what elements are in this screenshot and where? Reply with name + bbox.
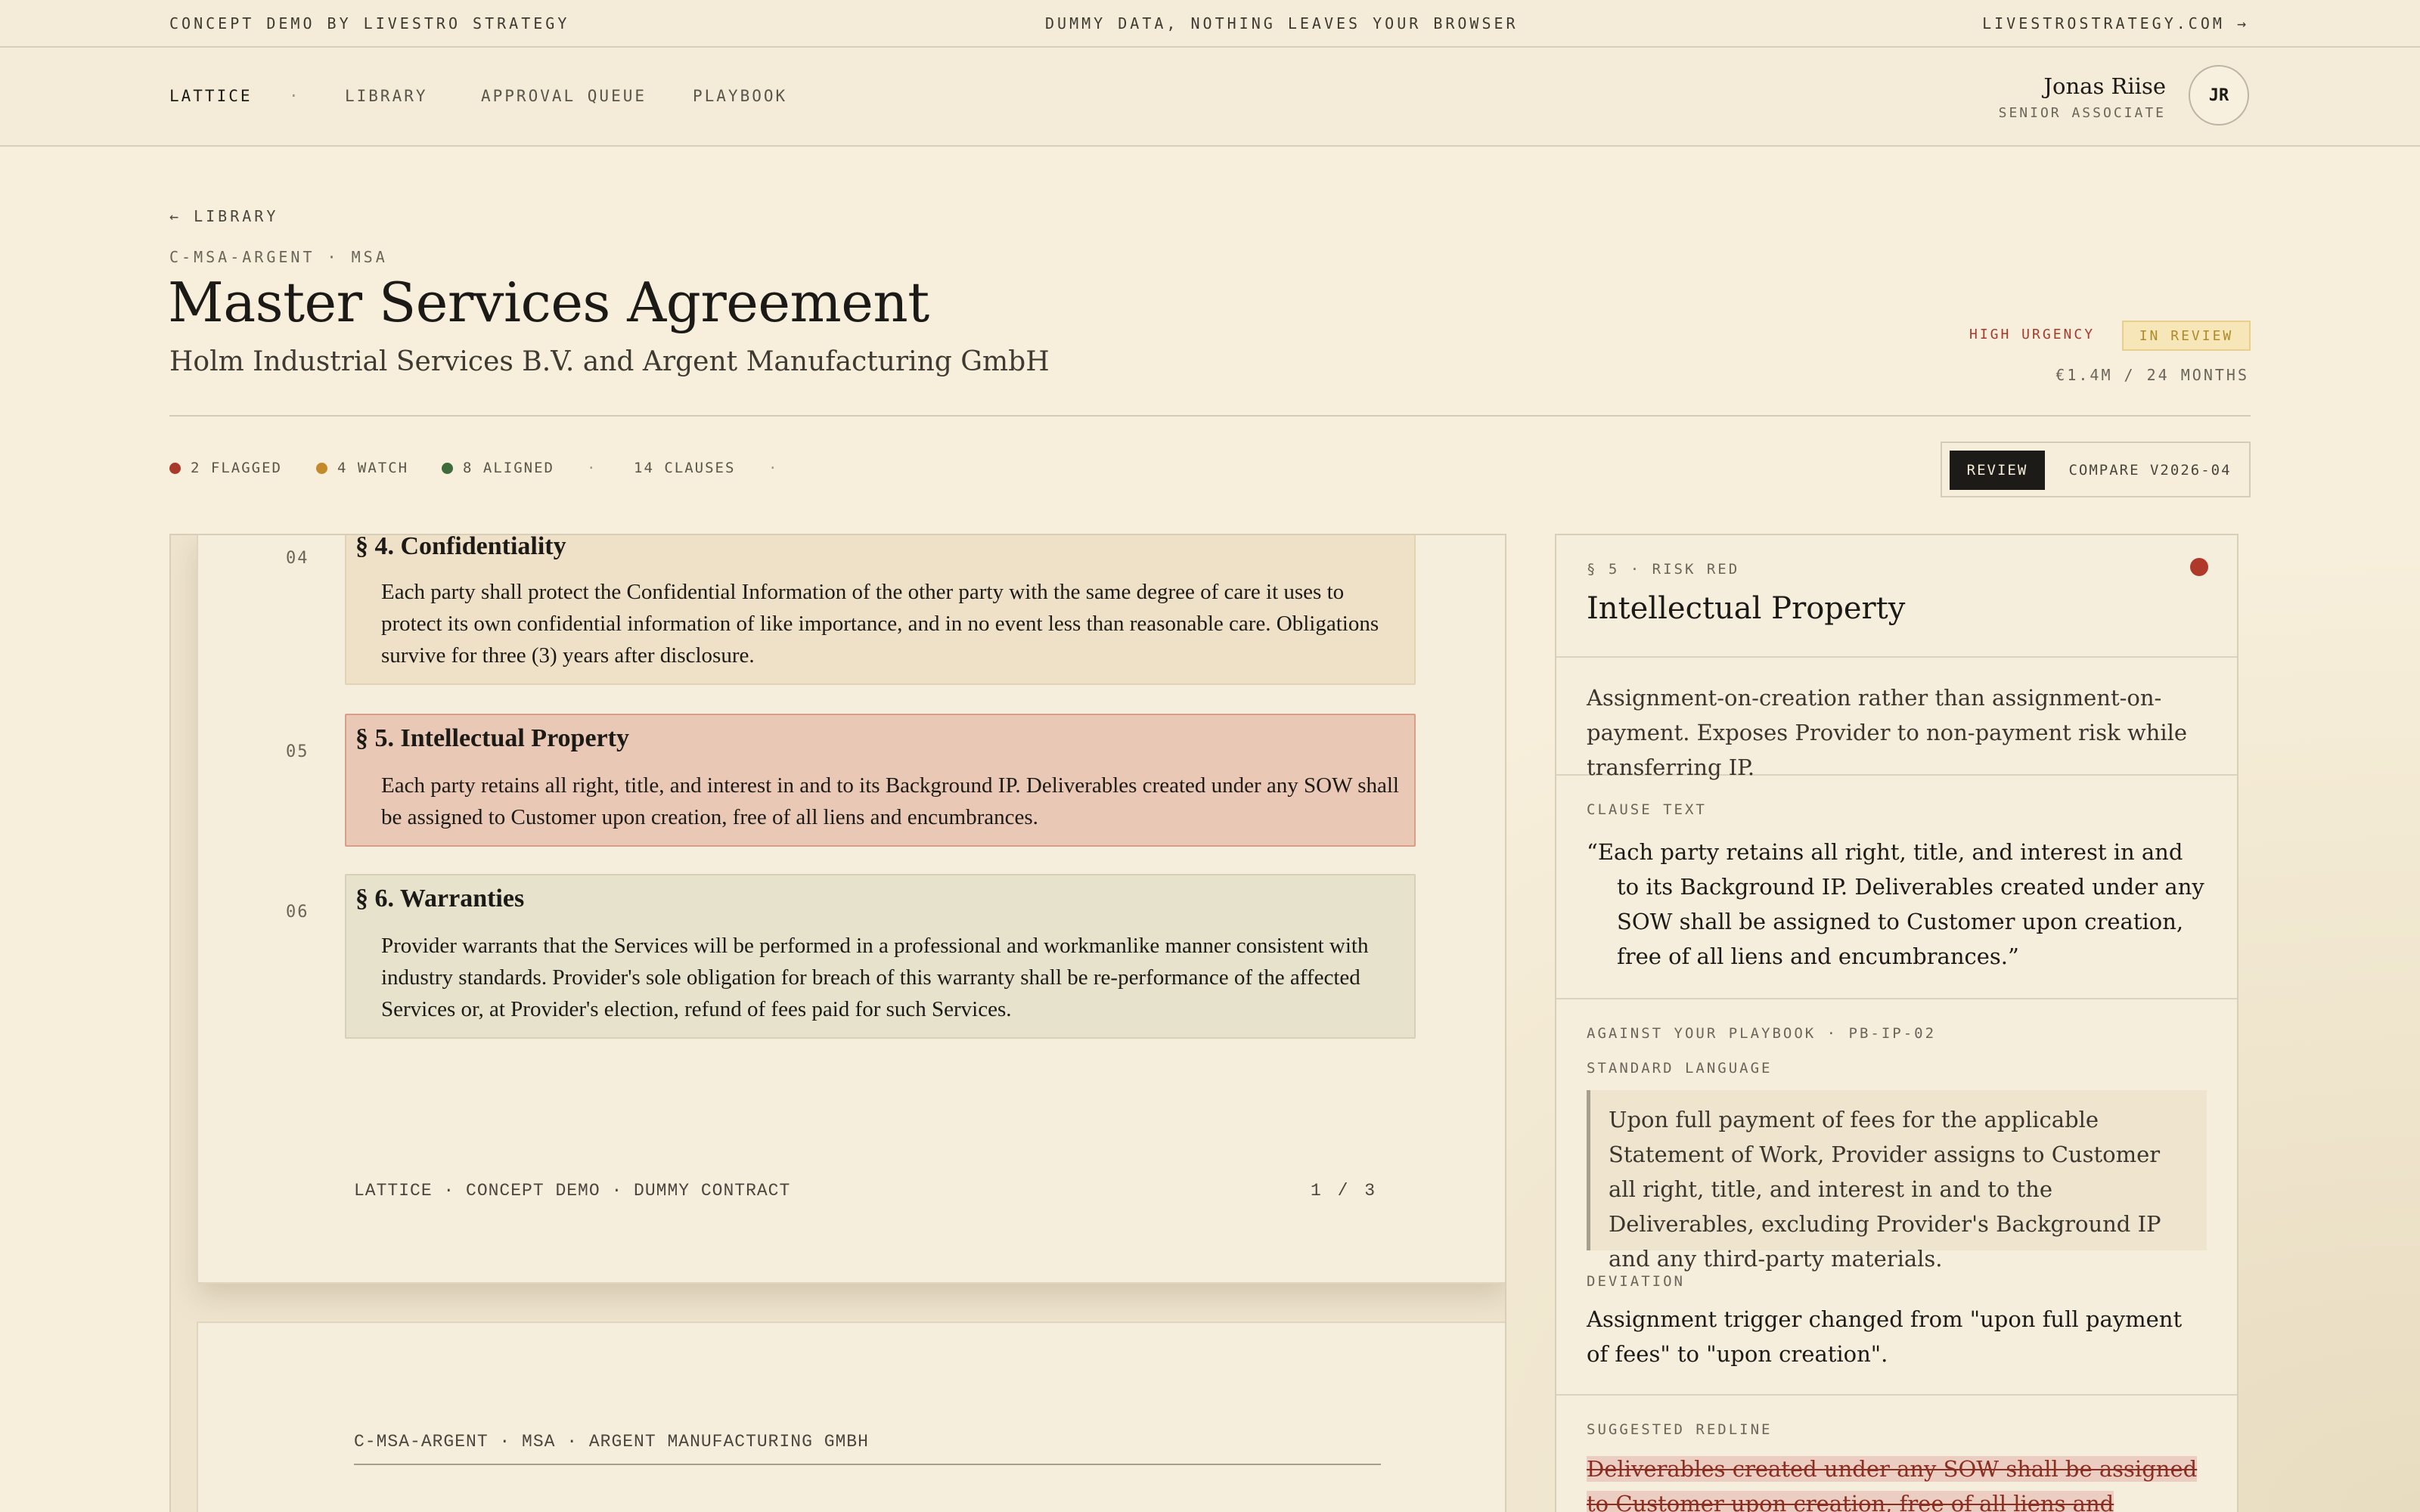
clause-quote: “Each party retains all right, title, an… <box>1587 839 2204 969</box>
nav-item-approval-queue[interactable]: APPROVAL QUEUE <box>481 87 647 105</box>
nav-separator: · <box>289 87 301 105</box>
stat-clause-count: 14 CLAUSES <box>634 460 736 476</box>
panel-section-label: § 5 · RISK RED <box>1587 561 1740 578</box>
flagged-dot-icon <box>169 462 181 474</box>
playbook-label: AGAINST YOUR PLAYBOOK · PB-IP-02 <box>1587 1025 1937 1042</box>
clause-text-label: CLAUSE TEXT <box>1587 801 1707 818</box>
stats-separator: · <box>587 460 597 476</box>
standard-language-label: STANDARD LANGUAGE <box>1587 1060 1773 1077</box>
clause-text: Provider warrants that the Services will… <box>381 934 1369 1021</box>
page-header: C-MSA-ARGENT · MSA · ARGENT MANUFACTURIN… <box>354 1432 869 1452</box>
view-toggle: REVIEW COMPARE V2026-04 <box>1941 442 2251 497</box>
deviation-label: DEVIATION <box>1587 1273 1685 1290</box>
risk-summary-text: Assignment-on-creation rather than assig… <box>1587 685 2188 780</box>
compare-tab[interactable]: COMPARE V2026-04 <box>2055 451 2245 490</box>
document-page: C-MSA-ARGENT · MSA · ARGENT MANUFACTURIN… <box>197 1321 1505 1512</box>
stat-watch-label: 4 WATCH <box>337 460 409 476</box>
panel-header: § 5 · RISK RED Intellectual Property <box>1556 535 2237 658</box>
nav-item-library[interactable]: LIBRARY <box>345 87 428 105</box>
review-tab[interactable]: REVIEW <box>1950 451 2045 490</box>
aligned-dot-icon <box>442 462 453 474</box>
page-number: 1 / 3 <box>1310 1181 1378 1201</box>
contract-value: €1.4M / 24 MONTHS <box>2055 366 2249 384</box>
urgency-label: HIGH URGENCY <box>1969 327 2096 342</box>
header-divider <box>169 415 2251 417</box>
watch-dot-icon <box>316 462 327 474</box>
stat-aligned[interactable]: 8 ALIGNED <box>442 460 554 476</box>
clause-detail-panel: § 5 · RISK RED Intellectual Property Ass… <box>1555 534 2238 1512</box>
contract-parties: Holm Industrial Services B.V. and Argent… <box>169 346 1050 377</box>
suggested-redline-label: SUGGESTED REDLINE <box>1587 1421 1773 1438</box>
clause-number: 06 <box>286 903 309 922</box>
document-id: C-MSA-ARGENT · MSA <box>169 248 388 266</box>
stat-flagged-label: 2 FLAGGED <box>191 460 282 476</box>
clause-text: Each party shall protect the Confidentia… <box>381 580 1379 668</box>
clause-heading: § 5. Intellectual Property <box>355 724 629 752</box>
brand-logo[interactable]: LATTICE <box>169 87 253 105</box>
clause-warranties[interactable]: § 6. Warranties Provider warrants that t… <box>345 874 1416 1039</box>
deviation-text: Assignment trigger changed from "upon fu… <box>1587 1306 2183 1367</box>
standard-language-text: Upon full payment of fees for the applic… <box>1587 1090 2207 1272</box>
clause-number: 05 <box>286 742 309 761</box>
banner-left-text: CONCEPT DEMO BY LIVESTRO STRATEGY <box>169 14 570 33</box>
status-badge: IN REVIEW <box>2122 321 2251 351</box>
clause-confidentiality[interactable]: § 4. Confidentiality Each party shall pr… <box>345 534 1416 685</box>
stat-aligned-label: 8 ALIGNED <box>463 460 554 476</box>
document-viewer[interactable]: 04 § 4. Confidentiality Each party shall… <box>169 534 1506 1512</box>
risk-summary: Assignment-on-creation rather than assig… <box>1556 658 2237 780</box>
clause-heading: § 4. Confidentiality <box>355 534 566 560</box>
clause-number: 04 <box>286 549 309 568</box>
clause-heading: § 6. Warranties <box>355 885 525 912</box>
suggested-redline-section: SUGGESTED REDLINE Deliverables created u… <box>1556 1396 2237 1512</box>
nav-item-playbook[interactable]: PLAYBOOK <box>693 87 787 105</box>
banner-center-text: DUMMY DATA, NOTHING LEAVES YOUR BROWSER <box>1045 14 1519 33</box>
stats-separator: · <box>768 460 779 476</box>
back-to-library-link[interactable]: ← LIBRARY <box>169 207 278 225</box>
playbook-comparison: AGAINST YOUR PLAYBOOK · PB-IP-02 STANDAR… <box>1556 999 2237 1396</box>
clause-text: Each party retains all right, title, and… <box>381 773 1399 829</box>
redline-text: Deliverables created under any SOW shall… <box>1587 1452 2207 1512</box>
user-name: Jonas Riise <box>2043 73 2166 99</box>
stat-flagged[interactable]: 2 FLAGGED <box>169 460 282 476</box>
demo-banner: CONCEPT DEMO BY LIVESTRO STRATEGY DUMMY … <box>0 0 2420 48</box>
clause-text-section: CLAUSE TEXT “Each party retains all righ… <box>1556 776 2237 999</box>
risk-indicator-icon <box>2190 558 2208 576</box>
clause-intellectual-property[interactable]: § 5. Intellectual Property Each party re… <box>345 714 1416 847</box>
page-title: Master Services Agreement <box>168 271 929 334</box>
avatar[interactable]: JR <box>2189 65 2249 125</box>
panel-title: Intellectual Property <box>1587 591 1906 626</box>
user-role: SENIOR ASSOCIATE <box>1998 105 2166 121</box>
stat-watch[interactable]: 4 WATCH <box>316 460 408 476</box>
top-nav: LATTICE · LIBRARY APPROVAL QUEUE PLAYBOO… <box>0 48 2420 147</box>
document-page: 04 § 4. Confidentiality Each party shall… <box>197 534 1505 1284</box>
page-header-rule <box>354 1464 1381 1465</box>
redline-deletion: Deliverables created under any SOW shall… <box>1587 1456 2198 1512</box>
page-footer: LATTICE · CONCEPT DEMO · DUMMY CONTRACT <box>354 1181 791 1201</box>
banner-site-link[interactable]: LIVESTROSTRATEGY.COM → <box>1982 14 2249 33</box>
